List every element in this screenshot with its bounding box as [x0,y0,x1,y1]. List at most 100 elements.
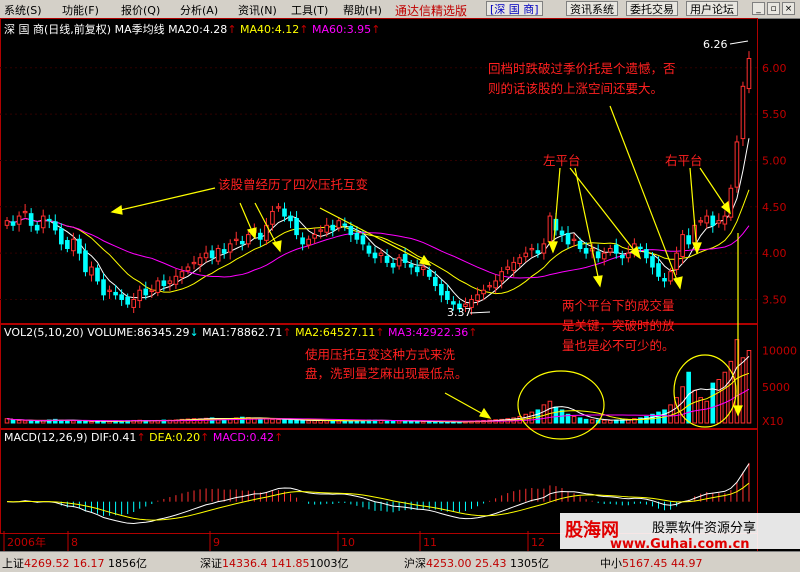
menu-system[interactable]: 系统(S) [4,2,42,18]
annotation-top-right-1: 回档时跌破过季价托是个遗憾，否 [488,61,676,76]
annotation-right-platform: 右平台 [665,153,703,168]
menu-tools[interactable]: 工具(T) [291,2,328,18]
candle-body [577,240,583,250]
volume-bar [264,418,269,424]
candle-body [215,248,221,262]
ma40-line [6,189,750,295]
candle-body [529,248,535,251]
volume-bar [34,420,40,424]
menu-analysis[interactable]: 分析(A) [180,2,218,18]
candle-body [22,210,28,214]
volume-bar [276,419,281,424]
candle-body [734,141,740,188]
news-system-button[interactable]: 资讯系统 [566,1,618,16]
index-shanghai[interactable]: 上证4269.52 16.17 1856亿 [2,555,147,571]
candle-body [493,280,498,289]
ma-label: MA季均线 [114,23,165,36]
volume-bar [270,418,275,424]
forum-button[interactable]: 用户论坛 [686,1,738,16]
candle-body [330,224,336,231]
app-title: 通达信精选版 [395,4,468,18]
volume-bar [89,421,94,424]
price-tick-label: 5.00 [762,154,787,167]
candle-body [300,237,305,245]
candle-body [149,289,155,292]
minimize-icon[interactable]: _ [752,2,765,15]
candle-body [16,215,22,225]
candle-body [650,256,655,268]
close-icon[interactable]: × [782,2,795,15]
volume-bar [300,419,305,424]
restore-icon[interactable]: ▫ [767,2,780,15]
volume-bar [71,420,76,424]
price-tick-label: 5.50 [762,108,787,121]
volume-bar [10,419,16,424]
candle-body [270,210,275,225]
candle-body [547,215,553,243]
candle-body [71,238,76,252]
annotation-volume-note-3: 量也是必不可少的。 [562,338,675,353]
candle-body [83,250,88,273]
candle-body [716,220,722,224]
menu-function[interactable]: 功能(F) [62,2,99,18]
volume-bar [740,357,746,424]
volume-bar [668,404,673,424]
candle-body [40,215,46,229]
candle-body [499,271,504,282]
macd-histogram [12,462,750,516]
candle-body [662,278,667,282]
index-smallcap[interactable]: 中小5167.45 44.97 [600,555,703,571]
candle-body [674,252,679,270]
candle-body [439,283,444,296]
high-price-label: 6.26 [703,38,728,51]
ma20-value: MA20:4.28 [168,23,228,36]
low-price-label: 3.37 [447,306,472,319]
candle-body [360,235,366,245]
axes: 6.00 5.50 5.00 4.50 4.00 3.50 10000 5000 X10 2006… [3,62,797,551]
candle-body [680,234,685,257]
macd-value: MACD:0.42 [212,431,274,444]
watermark: 股海网 股票软件资源分享 www.Guhai.com.cn [560,513,800,551]
menu-help[interactable]: 帮助(H) [343,2,382,18]
candle-body [613,244,619,254]
candle-body [390,263,396,268]
volume-bar [28,420,34,424]
volume-bar [541,404,547,424]
volume-unit-label: X10 [762,415,784,428]
index-shenzhen[interactable]: 深证14336.4 141.851003亿 [200,555,349,571]
index-hushen[interactable]: 沪深4253.00 25.43 1305亿 [404,555,549,571]
trade-button[interactable]: 委托交易 [626,1,678,16]
volume-bar [583,418,589,424]
volume-bar [16,419,22,424]
menu-quote[interactable]: 报价(Q) [121,2,160,18]
volume-bar [692,389,698,424]
price-tick-label: 3.50 [762,293,787,306]
candle-body [638,246,643,250]
watermark-url: www.Guhai.com.cn [610,537,750,551]
candle-body [318,229,324,232]
candle-body [209,250,215,259]
menu-news[interactable]: 资讯(N) [238,2,277,18]
candle-body [203,252,209,259]
candle-body [95,267,100,282]
moving-average-lines [6,138,750,304]
candle-body [221,249,227,254]
volume-bar [571,415,577,424]
candle-body [487,285,492,288]
price-tick-label: 4.00 [762,247,787,260]
candle-body [282,208,287,217]
volume-bar [607,419,613,424]
candle-body [125,296,130,305]
stock-chart[interactable]: 6.00 5.50 5.00 4.50 4.00 3.50 10000 5000 X10 2006… [0,18,800,551]
candle-body [101,279,106,296]
volume-bar [402,420,408,424]
volume-bar [396,420,402,424]
candle-body [607,248,613,253]
candle-body [342,223,348,226]
candle-body [408,264,414,268]
candle-body [565,232,571,245]
candle-body [451,301,456,305]
candle-body [384,255,390,263]
candle-body [378,252,384,257]
stock-selector-button[interactable]: [深 国 商] [486,1,543,16]
